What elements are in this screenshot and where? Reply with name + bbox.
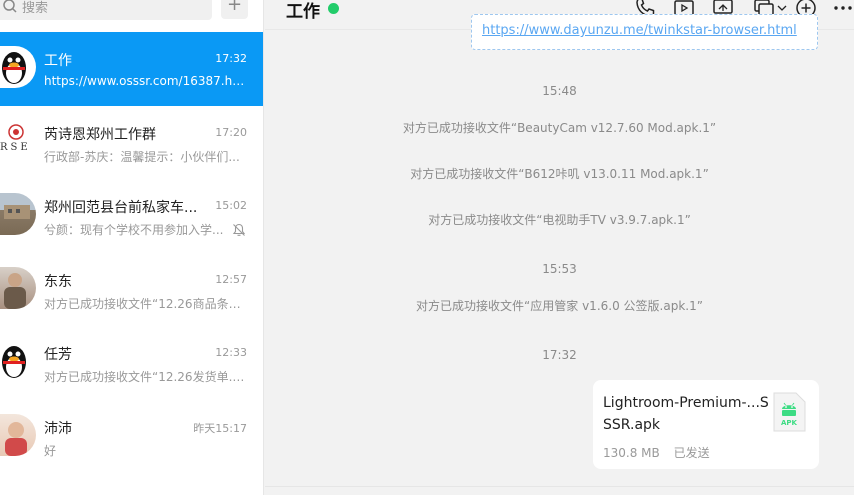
apk-file-icon: APK (772, 392, 806, 432)
timestamp: 15:48 (542, 84, 577, 98)
search-icon (3, 0, 17, 13)
online-status-dot (328, 3, 339, 14)
chat-time: 17:20 (215, 125, 247, 139)
chat-name: 工作 (44, 53, 72, 69)
search-row: 搜索 + (0, 0, 263, 30)
logo-text: RSE (0, 141, 31, 153)
link-message[interactable]: https://www.dayunzu.me/twinkstar-browser… (471, 14, 818, 50)
chat-name: 郑州回范县台前私家车... (44, 200, 198, 216)
building-photo-avatar (0, 193, 36, 235)
chat-item-group[interactable]: RSE 芮诗恩郑州工作群 17:20 行政部-苏庆：温馨提示：小伙伴们... (0, 105, 263, 179)
chat-preview: 好 (44, 443, 57, 458)
chat-item-dongdong[interactable]: 东东 12:57 对方已成功接收文件“12.26商品条码... (0, 252, 263, 326)
file-message[interactable]: Lightroom-Premium-...SSSR.apk 130.8 MB 已… (593, 380, 819, 469)
timestamp: 17:32 (542, 348, 577, 362)
chat-name: 东东 (44, 273, 72, 290)
chat-sidebar: 搜索 + 工作 17:32 https://www.osssr.com/1638… (0, 0, 264, 495)
photo-avatar (0, 266, 36, 309)
conversation-panel: 工作 https://www.dayunzu.me/twinkstar-brow… (265, 0, 854, 495)
file-name: Lightroom-Premium-...SSSR.apk (603, 395, 769, 433)
apk-label: APK (781, 419, 797, 427)
chat-name: 沛沛 (44, 420, 72, 437)
file-meta: 130.8 MB 已发送 (603, 444, 720, 461)
search-placeholder: 搜索 (22, 1, 49, 16)
chat-name: 任芳 (44, 347, 72, 363)
chat-list: 工作 17:32 https://www.osssr.com/16387.htm… (0, 32, 263, 473)
more-icon[interactable] (831, 0, 854, 20)
chat-preview: 兮颜：现有个学校不用参加入学... (44, 223, 224, 237)
system-message: 对方已成功接收文件“电视助手TV v3.9.7.apk.1” (428, 213, 691, 227)
chat-preview: 行政部-苏庆：温馨提示：小伙伴们... (44, 149, 240, 164)
chat-preview: 对方已成功接收文件“12.26发货单.xl... (44, 370, 248, 384)
chat-item-carpool[interactable]: 郑州回范县台前私家车... 15:02 兮颜：现有个学校不用参加入学... (0, 179, 263, 253)
system-message: 对方已成功接收文件“B612咔叽 v13.0.11 Mod.apk.1” (410, 167, 709, 181)
chat-time: 12:33 (215, 346, 247, 359)
mute-bell-icon (232, 223, 246, 236)
file-status: 已发送 (673, 446, 710, 460)
file-size: 130.8 MB (603, 446, 660, 460)
chat-name: 芮诗恩郑州工作群 (44, 126, 156, 143)
chat-time: 17:32 (215, 52, 247, 65)
system-message: 对方已成功接收文件“BeautyCam v12.7.60 Mod.apk.1” (402, 121, 717, 135)
search-input[interactable]: 搜索 (0, 0, 212, 20)
link-text[interactable]: https://www.dayunzu.me/twinkstar-browser… (482, 23, 797, 38)
penguin-avatar (0, 46, 36, 88)
chat-item-peipei[interactable]: 沛沛 昨天15:17 好 (0, 399, 263, 473)
chat-item-renfang[interactable]: 任芳 12:33 对方已成功接收文件“12.26发货单.xl... (0, 326, 263, 400)
chat-preview: https://www.osssr.com/16387.html (44, 74, 248, 88)
chat-time: 昨天15:17 (193, 421, 247, 435)
system-message: 对方已成功接收文件“应用管家 v1.6.0 公签版.apk.1” (416, 299, 703, 313)
add-button[interactable]: + (221, 0, 248, 19)
chat-preview: 对方已成功接收文件“12.26商品条码... (44, 296, 248, 311)
group-logo-avatar: RSE (0, 119, 36, 162)
penguin-avatar (0, 340, 36, 382)
photo-avatar (0, 413, 36, 456)
conversation-title: 工作 (286, 2, 320, 22)
chat-item-work[interactable]: 工作 17:32 https://www.osssr.com/16387.htm… (0, 32, 263, 106)
timestamp: 15:53 (542, 262, 577, 276)
chat-time: 12:57 (215, 272, 247, 286)
chat-time: 15:02 (215, 199, 247, 212)
input-divider (265, 486, 854, 487)
